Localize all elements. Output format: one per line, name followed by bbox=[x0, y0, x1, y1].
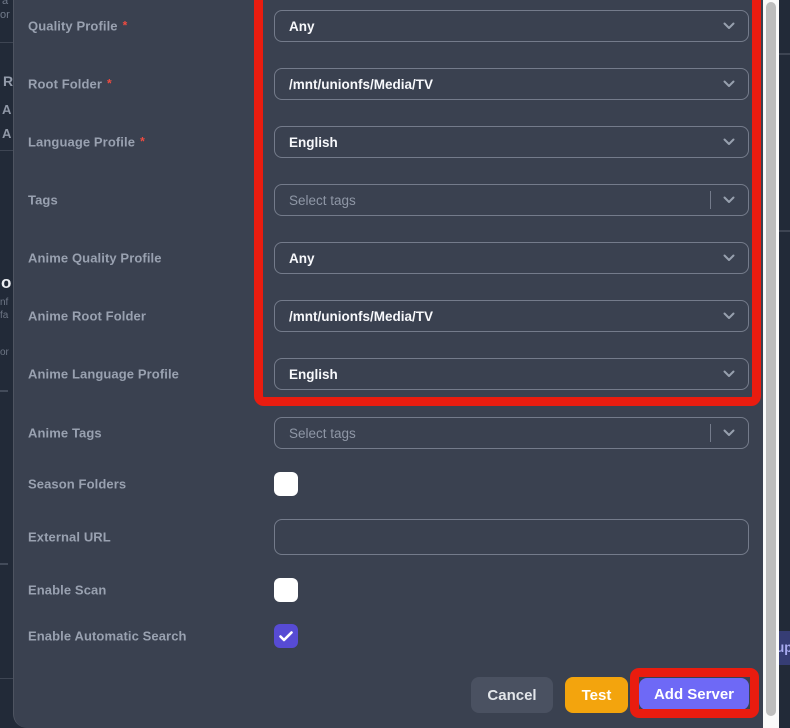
anime-tags-dropdown[interactable]: Select tags bbox=[274, 417, 749, 449]
divider-line bbox=[779, 53, 790, 55]
background-text-fragment: or bbox=[0, 9, 10, 21]
field-label-language-profile: Language Profile * bbox=[28, 135, 145, 150]
field-label-quality-profile: Quality Profile * bbox=[28, 19, 127, 34]
field-row-root-folder: Root Folder * /mnt/unionfs/Media/TV bbox=[14, 68, 762, 100]
field-label-enable-scan: Enable Scan bbox=[28, 583, 106, 598]
field-row-external-url: External URL bbox=[14, 519, 762, 555]
field-label-enable-automatic-search: Enable Automatic Search bbox=[28, 629, 187, 644]
field-row-language-profile: Language Profile * English bbox=[14, 126, 762, 158]
background-text-fragment: a bbox=[2, 0, 9, 7]
required-asterisk: * bbox=[107, 76, 112, 91]
add-server-modal: Quality Profile * Any Root Folder * /mnt/unio… bbox=[13, 0, 780, 728]
field-label-text: Anime Tags bbox=[28, 425, 102, 441]
field-label-text: Anime Quality Profile bbox=[28, 250, 162, 266]
field-row-anime-root-folder: Anime Root Folder/mnt/unionfs/Media/TV bbox=[14, 300, 762, 332]
cancel-button[interactable]: Cancel bbox=[471, 677, 553, 713]
field-row-quality-profile: Quality Profile * Any bbox=[14, 10, 762, 42]
field-label-external-url: External URL bbox=[28, 530, 111, 545]
background-text-fragment: nf bbox=[0, 297, 9, 308]
background-button-fragment: up bbox=[779, 631, 790, 665]
dropdown-placeholder: Select tags bbox=[289, 425, 356, 441]
field-label-text: Anime Language Profile bbox=[28, 366, 180, 382]
add-server-button[interactable]: Add Server bbox=[639, 678, 749, 710]
field-label-anime-language-profile: Anime Language Profile bbox=[28, 367, 179, 382]
divider-line bbox=[0, 563, 8, 565]
tags-dropdown[interactable]: Select tags bbox=[274, 184, 749, 216]
field-label-season-folders: Season Folders bbox=[28, 477, 126, 492]
required-asterisk: * bbox=[122, 18, 128, 33]
dropdown-placeholder: Select tags bbox=[289, 192, 356, 208]
field-label-text: Tags bbox=[28, 192, 58, 208]
anime-quality-profile-dropdown[interactable]: Any bbox=[274, 242, 749, 274]
divider-line bbox=[779, 230, 790, 232]
background-text-fragment: A bbox=[2, 126, 12, 141]
field-row-tags: Tags Select tags bbox=[14, 184, 762, 216]
modal-scrollbar[interactable] bbox=[763, 0, 779, 728]
field-row-anime-tags: Anime Tags Select tags bbox=[14, 417, 762, 449]
enable-scan-checkbox[interactable] bbox=[274, 578, 298, 602]
field-label-text: Language Profile bbox=[28, 134, 136, 150]
divider-line bbox=[0, 42, 13, 43]
field-label-text: Quality Profile bbox=[28, 18, 118, 34]
screen: a or R A Ao nf fa or Quality Profile * Any Root Fo… bbox=[0, 0, 790, 728]
field-label-text: Enable Automatic Search bbox=[28, 628, 187, 644]
field-row-enable-automatic-search: Enable Automatic Search bbox=[14, 624, 762, 648]
background-text-fragment: A bbox=[2, 102, 12, 117]
required-asterisk: * bbox=[140, 134, 145, 149]
field-row-anime-language-profile: Anime Language Profile English bbox=[14, 358, 762, 390]
chevron-down-icon bbox=[723, 254, 735, 262]
dropdown-value: /mnt/unionfs/Media/TV bbox=[289, 76, 433, 92]
chevron-down-icon bbox=[723, 196, 735, 204]
check-icon bbox=[279, 630, 293, 642]
chevron-down-icon bbox=[723, 22, 735, 30]
field-row-enable-scan: Enable Scan bbox=[14, 578, 762, 602]
field-label-text: External URL bbox=[28, 529, 111, 545]
dropdown-value: English bbox=[289, 366, 338, 382]
background-page-left: a or R A Ao nf fa or bbox=[0, 0, 13, 728]
dropdown-value: English bbox=[289, 134, 338, 150]
enable-automatic-search-checkbox[interactable] bbox=[274, 624, 298, 648]
background-button-fragment-label: up bbox=[779, 640, 790, 655]
background-text-fragment: o bbox=[1, 273, 12, 292]
chevron-down-icon bbox=[723, 312, 735, 320]
quality-profile-dropdown[interactable]: Any bbox=[274, 10, 749, 42]
field-row-season-folders: Season Folders bbox=[14, 472, 762, 496]
field-label-anime-quality-profile: Anime Quality Profile bbox=[28, 251, 162, 266]
season-folders-checkbox[interactable] bbox=[274, 472, 298, 496]
chevron-down-icon bbox=[723, 138, 735, 146]
dropdown-divider bbox=[710, 424, 711, 442]
background-page-right: up bbox=[779, 0, 790, 728]
background-text-fragment: fa bbox=[0, 310, 9, 321]
divider-line bbox=[0, 390, 8, 392]
field-row-anime-quality-profile: Anime Quality Profile Any bbox=[14, 242, 762, 274]
language-profile-dropdown[interactable]: English bbox=[274, 126, 749, 158]
scrollbar-thumb[interactable] bbox=[766, 2, 776, 716]
field-label-text: Root Folder bbox=[28, 76, 103, 92]
dropdown-value: /mnt/unionfs/Media/TV bbox=[289, 308, 433, 324]
field-label-root-folder: Root Folder * bbox=[28, 77, 112, 92]
dropdown-divider bbox=[710, 191, 711, 209]
dropdown-value: Any bbox=[289, 250, 315, 266]
field-label-anime-tags: Anime Tags bbox=[28, 426, 102, 441]
dropdown-value: Any bbox=[289, 18, 315, 34]
chevron-down-icon bbox=[723, 80, 735, 88]
field-label-text: Season Folders bbox=[28, 476, 127, 492]
background-text-fragment: R bbox=[3, 73, 13, 89]
field-label-text: Anime Root Folder bbox=[28, 308, 146, 324]
chevron-down-icon bbox=[723, 429, 735, 437]
divider-line bbox=[0, 678, 13, 679]
anime-language-profile-dropdown[interactable]: English bbox=[274, 358, 749, 390]
external-url-input[interactable] bbox=[274, 519, 749, 555]
field-label-text: Enable Scan bbox=[28, 582, 107, 598]
root-folder-dropdown[interactable]: /mnt/unionfs/Media/TV bbox=[274, 68, 749, 100]
field-label-anime-root-folder: Anime Root Folder bbox=[28, 309, 146, 324]
divider-line bbox=[0, 150, 13, 151]
background-text-fragment: or bbox=[0, 347, 9, 358]
anime-root-folder-dropdown[interactable]: /mnt/unionfs/Media/TV bbox=[274, 300, 749, 332]
test-button[interactable]: Test bbox=[565, 677, 628, 713]
chevron-down-icon bbox=[723, 370, 735, 378]
field-label-tags: Tags bbox=[28, 193, 58, 208]
